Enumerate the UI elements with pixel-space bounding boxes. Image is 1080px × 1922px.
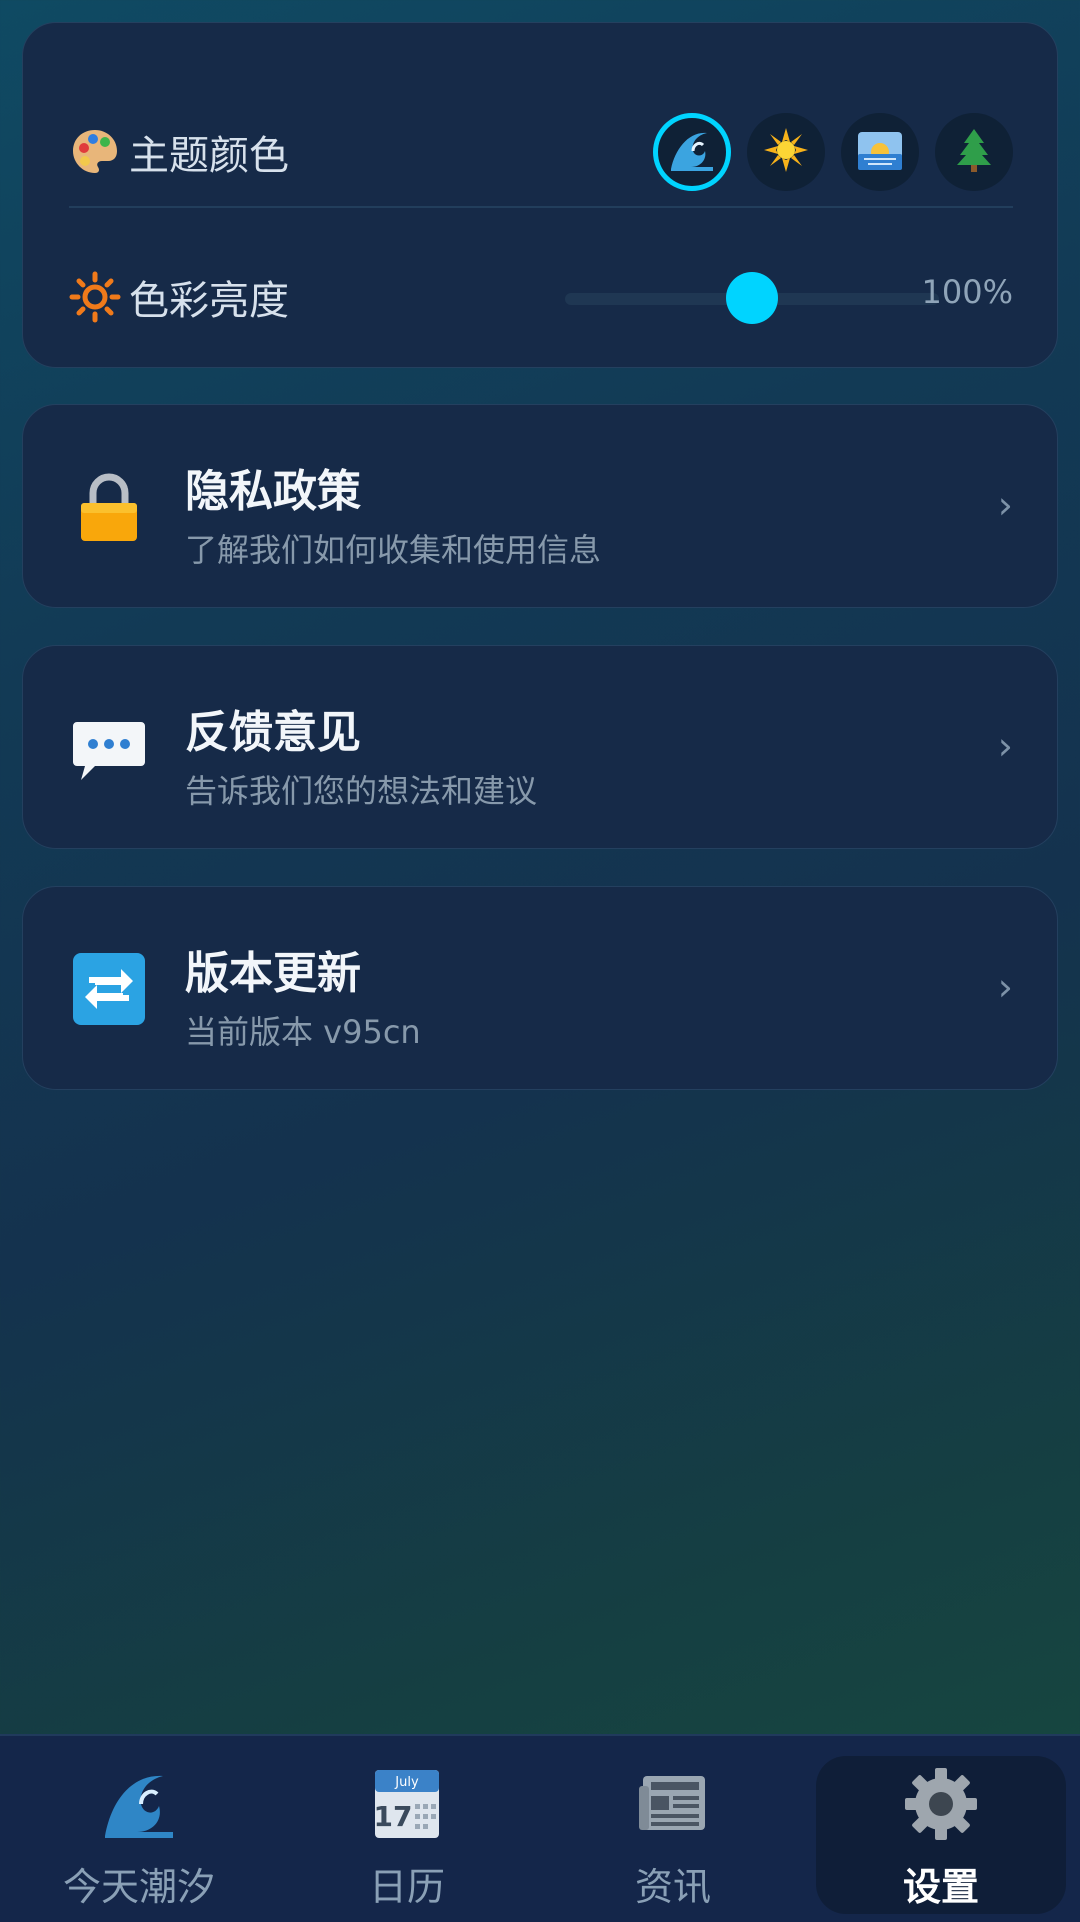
privacy-policy-item[interactable]: 隐私政策 了解我们如何收集和使用信息 › xyxy=(22,404,1058,608)
feedback-subtitle: 告诉我们您的想法和建议 xyxy=(185,772,538,810)
nav-label: 今天潮汐 xyxy=(62,1865,215,1909)
nav-news[interactable]: 资讯 xyxy=(538,1736,808,1922)
speech-bubble-icon xyxy=(69,708,149,788)
calendar-icon: July 17 xyxy=(369,1766,445,1842)
divider xyxy=(69,206,1013,208)
nav-today-tide[interactable]: 今天潮汐 xyxy=(4,1736,274,1922)
newspaper-icon xyxy=(635,1766,711,1842)
wave-icon xyxy=(667,125,717,179)
brightness-label-group: 色彩亮度 xyxy=(69,268,289,326)
palette-icon xyxy=(69,126,121,178)
theme-swatch-ocean[interactable] xyxy=(653,113,731,191)
feedback-title: 反馈意见 xyxy=(185,707,361,758)
feedback-item[interactable]: 反馈意见 告诉我们您的想法和建议 › xyxy=(22,645,1058,849)
lock-icon xyxy=(69,467,149,547)
sunrise-icon xyxy=(856,126,904,178)
update-subtitle: 当前版本 v95cn xyxy=(185,1013,421,1051)
gear-icon xyxy=(903,1766,979,1842)
theme-swatches xyxy=(653,113,1013,191)
chevron-right-icon: › xyxy=(997,483,1013,527)
theme-swatch-sun[interactable] xyxy=(747,113,825,191)
brightness-slider-thumb[interactable] xyxy=(726,272,778,324)
calendar-month: July xyxy=(394,1775,419,1790)
version-update-item[interactable]: 版本更新 当前版本 v95cn › xyxy=(22,886,1058,1090)
sun-icon xyxy=(763,127,809,177)
privacy-subtitle: 了解我们如何收集和使用信息 xyxy=(185,531,602,569)
calendar-day: 17 xyxy=(374,1800,413,1833)
theme-color-label: 主题颜色 xyxy=(129,133,289,179)
bottom-nav: 今天潮汐 July 17 日历 资讯 设置 xyxy=(0,1734,1080,1922)
brightness-value: 100% xyxy=(921,273,1013,311)
tree-icon xyxy=(951,127,997,177)
chevron-right-icon: › xyxy=(997,965,1013,1009)
brightness-icon xyxy=(69,271,121,323)
nav-calendar[interactable]: July 17 日历 xyxy=(272,1736,542,1922)
nav-settings[interactable]: 设置 xyxy=(806,1736,1076,1922)
brightness-slider[interactable] xyxy=(565,272,939,324)
privacy-title: 隐私政策 xyxy=(185,466,361,517)
theme-swatch-forest[interactable] xyxy=(935,113,1013,191)
brightness-label: 色彩亮度 xyxy=(129,278,289,324)
wave-icon xyxy=(101,1766,177,1842)
nav-label: 设置 xyxy=(902,1865,979,1909)
theme-color-row: 主题颜色 xyxy=(69,93,1013,211)
chevron-right-icon: › xyxy=(997,724,1013,768)
appearance-card: 主题颜色 色彩亮度 100% xyxy=(22,22,1058,368)
update-title: 版本更新 xyxy=(185,948,361,999)
nav-label: 资讯 xyxy=(634,1865,711,1909)
brightness-row: 色彩亮度 100% xyxy=(69,233,1013,361)
theme-color-label-group: 主题颜色 xyxy=(69,123,289,181)
refresh-icon xyxy=(69,949,149,1029)
nav-label: 日历 xyxy=(368,1865,445,1909)
theme-swatch-sunrise[interactable] xyxy=(841,113,919,191)
